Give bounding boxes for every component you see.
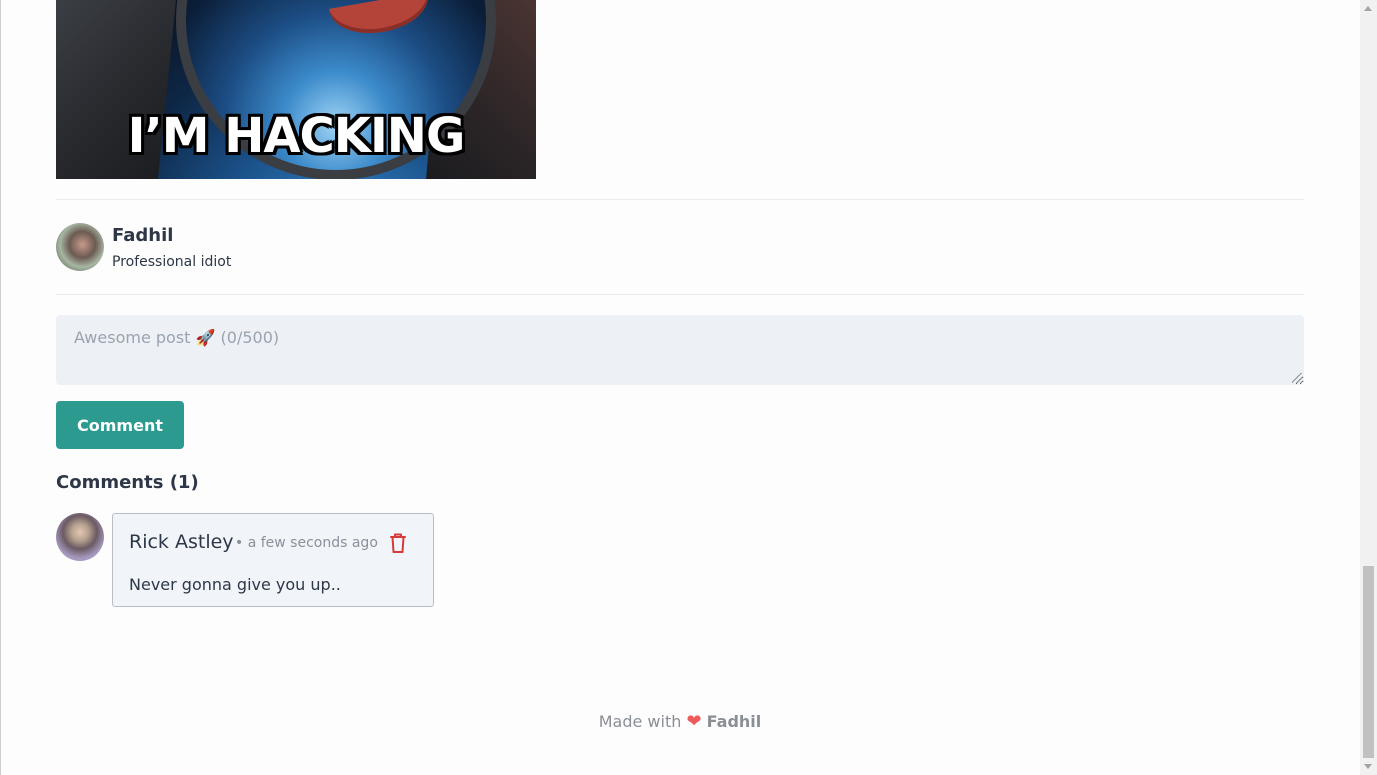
window-edge	[0, 0, 1, 775]
comment-text: Never gonna give you up..	[129, 575, 341, 594]
divider	[56, 199, 1304, 200]
scroll-down-icon[interactable]	[1364, 764, 1372, 769]
scroll-up-icon[interactable]	[1364, 6, 1372, 11]
comments-heading: Comments (1)	[56, 472, 199, 493]
trash-icon[interactable]	[388, 532, 408, 554]
author-avatar	[56, 223, 104, 271]
image-caption: I’M HACKING	[127, 108, 466, 164]
vertical-scrollbar[interactable]	[1360, 0, 1377, 775]
commenter-avatar	[56, 513, 104, 561]
post-image: I’M HACKING	[56, 0, 536, 179]
scrollbar-thumb[interactable]	[1363, 566, 1374, 758]
comment-author: Rick Astley	[129, 531, 234, 553]
resize-grip-icon[interactable]	[1292, 373, 1302, 383]
divider	[56, 294, 1304, 295]
comment-card: Rick Astley • a few seconds ago Never go…	[112, 513, 434, 607]
author-name: Fadhil	[112, 225, 174, 246]
page: I’M HACKING Fadhil Professional idiot Co…	[0, 0, 1377, 775]
footer: Made with ❤ Fadhil	[0, 711, 1360, 732]
comment-button[interactable]: Comment	[56, 401, 184, 449]
comment-timestamp: • a few seconds ago	[235, 535, 378, 551]
footer-prefix: Made with	[598, 712, 682, 731]
heart-icon: ❤	[686, 711, 702, 732]
comment-input[interactable]	[56, 315, 1304, 385]
footer-author-link[interactable]: Fadhil	[707, 712, 762, 731]
author-bio: Professional idiot	[112, 254, 232, 270]
